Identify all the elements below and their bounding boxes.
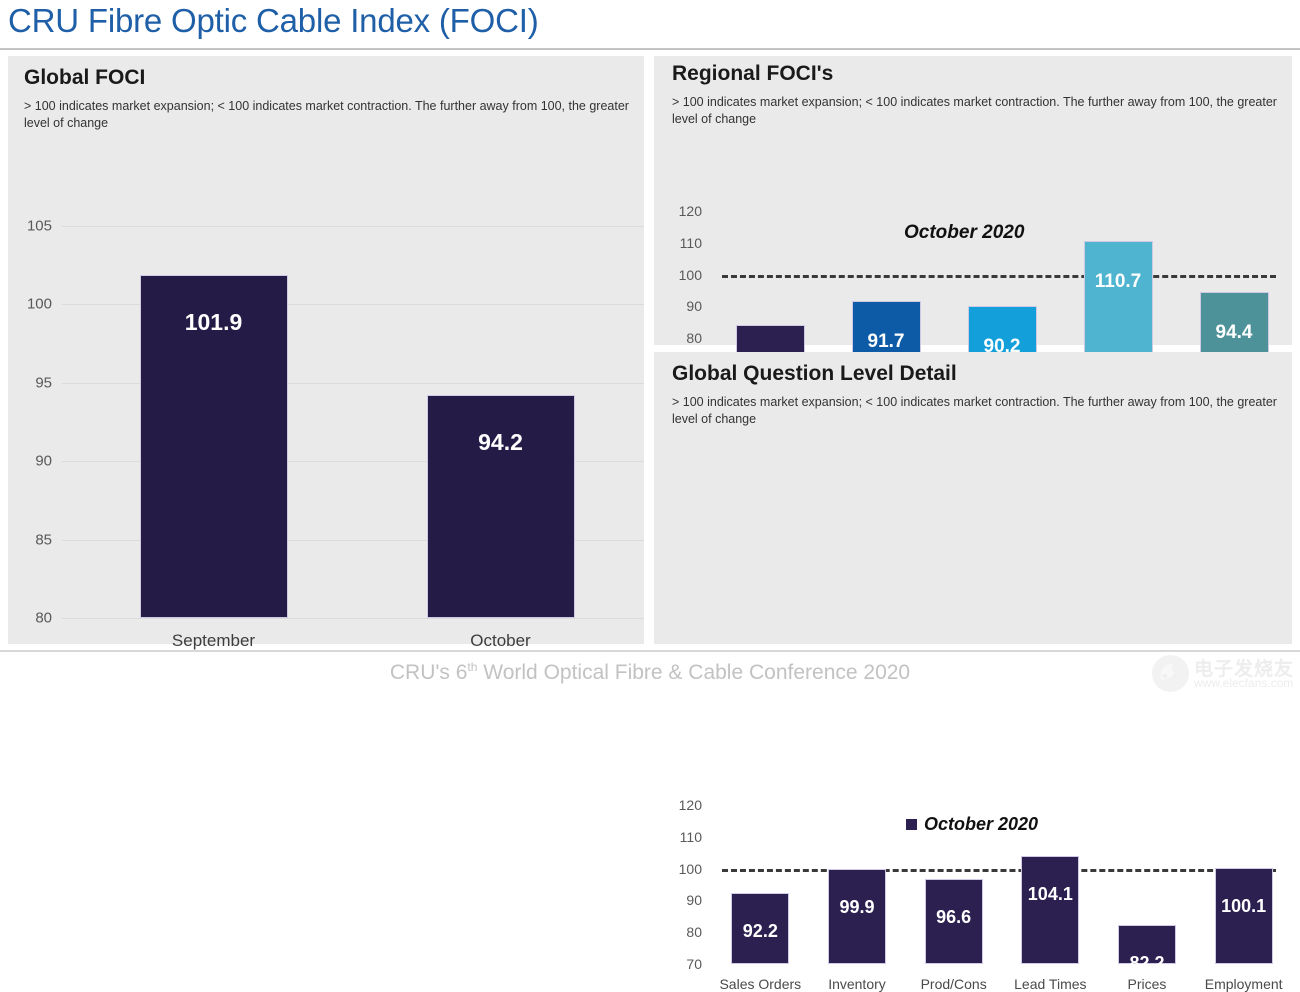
bar-value-label: 94.4: [1215, 322, 1253, 344]
y-axis-tick-80: 80: [35, 609, 52, 627]
x-axis-category-label: September: [171, 631, 256, 650]
bar-lead-times[interactable]: [1021, 855, 1080, 964]
y-axis-tick-70: 70: [686, 956, 702, 972]
reference-line-100: [722, 274, 1276, 278]
x-axis-category-label: Inventory: [828, 976, 886, 992]
bar-value-label: 91.7: [867, 330, 905, 352]
footer-ordinal-suffix: th: [467, 660, 478, 674]
y-axis-tick-80: 80: [686, 924, 702, 941]
y-axis-tick-100: 100: [678, 860, 702, 877]
y-axis-tick-105: 105: [26, 217, 52, 235]
y-axis-tick-100: 100: [26, 295, 52, 313]
y-axis-tick-90: 90: [686, 298, 702, 315]
bar-value-label: 96.6: [936, 907, 972, 928]
bar-value-label: 99.9: [839, 896, 875, 917]
bar-north-america[interactable]: [1083, 240, 1153, 370]
y-axis-tick-110: 110: [679, 828, 702, 845]
watermark-url-text: www.elecfans.com: [1194, 676, 1294, 690]
watermark-logo-icon: [1152, 655, 1189, 692]
bar-value-label: 92.2: [742, 921, 778, 942]
y-axis-tick-120: 120: [678, 203, 702, 219]
y-axis-tick-80: 80: [686, 330, 702, 347]
y-axis-tick-90: 90: [35, 452, 52, 470]
x-axis-category-label: Sales Orders: [719, 976, 802, 992]
footer: CRU's 6th World Optical Fibre & Cable Co…: [0, 650, 1300, 696]
footer-divider: [0, 650, 1300, 652]
panel-regional-foci: Regional FOCI's > 100 indicates market e…: [654, 56, 1292, 397]
y-axis-tick-100: 100: [678, 266, 702, 283]
y-axis-tick-110: 110: [679, 234, 702, 251]
panel-global-question-level-detail: Global Question Level Detail > 100 indic…: [654, 352, 1292, 992]
bar-value-label: 100.1: [1221, 896, 1267, 917]
y-axis-tick-120: 120: [678, 797, 702, 813]
bar-value-label: 82.2: [1129, 953, 1165, 974]
panel-global-foci: Global FOCI > 100 indicates market expan…: [8, 56, 644, 678]
global-foci-chart: 10510095908580101.9September202094.2Octo…: [8, 56, 644, 678]
bar-value-label: 94.2: [478, 429, 523, 456]
bar-value-label: 110.7: [1094, 270, 1142, 292]
question-level-chart: 120 110 100 90 80 70 October 2020 92.2 Sales Ord…: [654, 352, 1292, 992]
watermark-swirl-icon: [1160, 663, 1178, 681]
x-axis-category-label: Prices: [1127, 976, 1167, 992]
bar-value-label: 101.9: [184, 308, 243, 335]
gridline: [62, 618, 644, 619]
footer-conference-text: CRU's 6th World Optical Fibre & Cable Co…: [0, 660, 1300, 685]
bar-value-label: 104.1: [1027, 883, 1073, 904]
y-axis-tick-90: 90: [686, 892, 702, 909]
reference-line-100: [722, 868, 1276, 872]
watermark: 电子发烧友 www.elecfans.com: [1148, 650, 1300, 696]
footer-text-before: CRU's 6: [389, 661, 468, 684]
x-axis-category-label: October: [470, 631, 531, 650]
chart-legend-label: October 2020: [904, 222, 1025, 243]
gridline: [62, 226, 644, 227]
y-axis-tick-85: 85: [35, 531, 52, 549]
x-axis-category-label: Lead Times: [1014, 976, 1087, 992]
regional-foci-chart: 120110100908070October 202084.0Europe91.…: [654, 56, 1292, 397]
page-title: CRU Fibre Optic Cable Index (FOCI): [8, 2, 539, 39]
footer-text-after: World Optical Fibre & Cable Conference 2…: [477, 661, 911, 684]
title-divider: [0, 48, 1300, 50]
y-axis-tick-95: 95: [35, 374, 52, 392]
legend-swatch-icon: [906, 819, 917, 830]
x-axis-category-label: Employment: [1204, 976, 1283, 992]
chart-legend-label: October 2020: [924, 814, 1039, 834]
x-axis-category-label: Prod/Cons: [920, 976, 987, 992]
